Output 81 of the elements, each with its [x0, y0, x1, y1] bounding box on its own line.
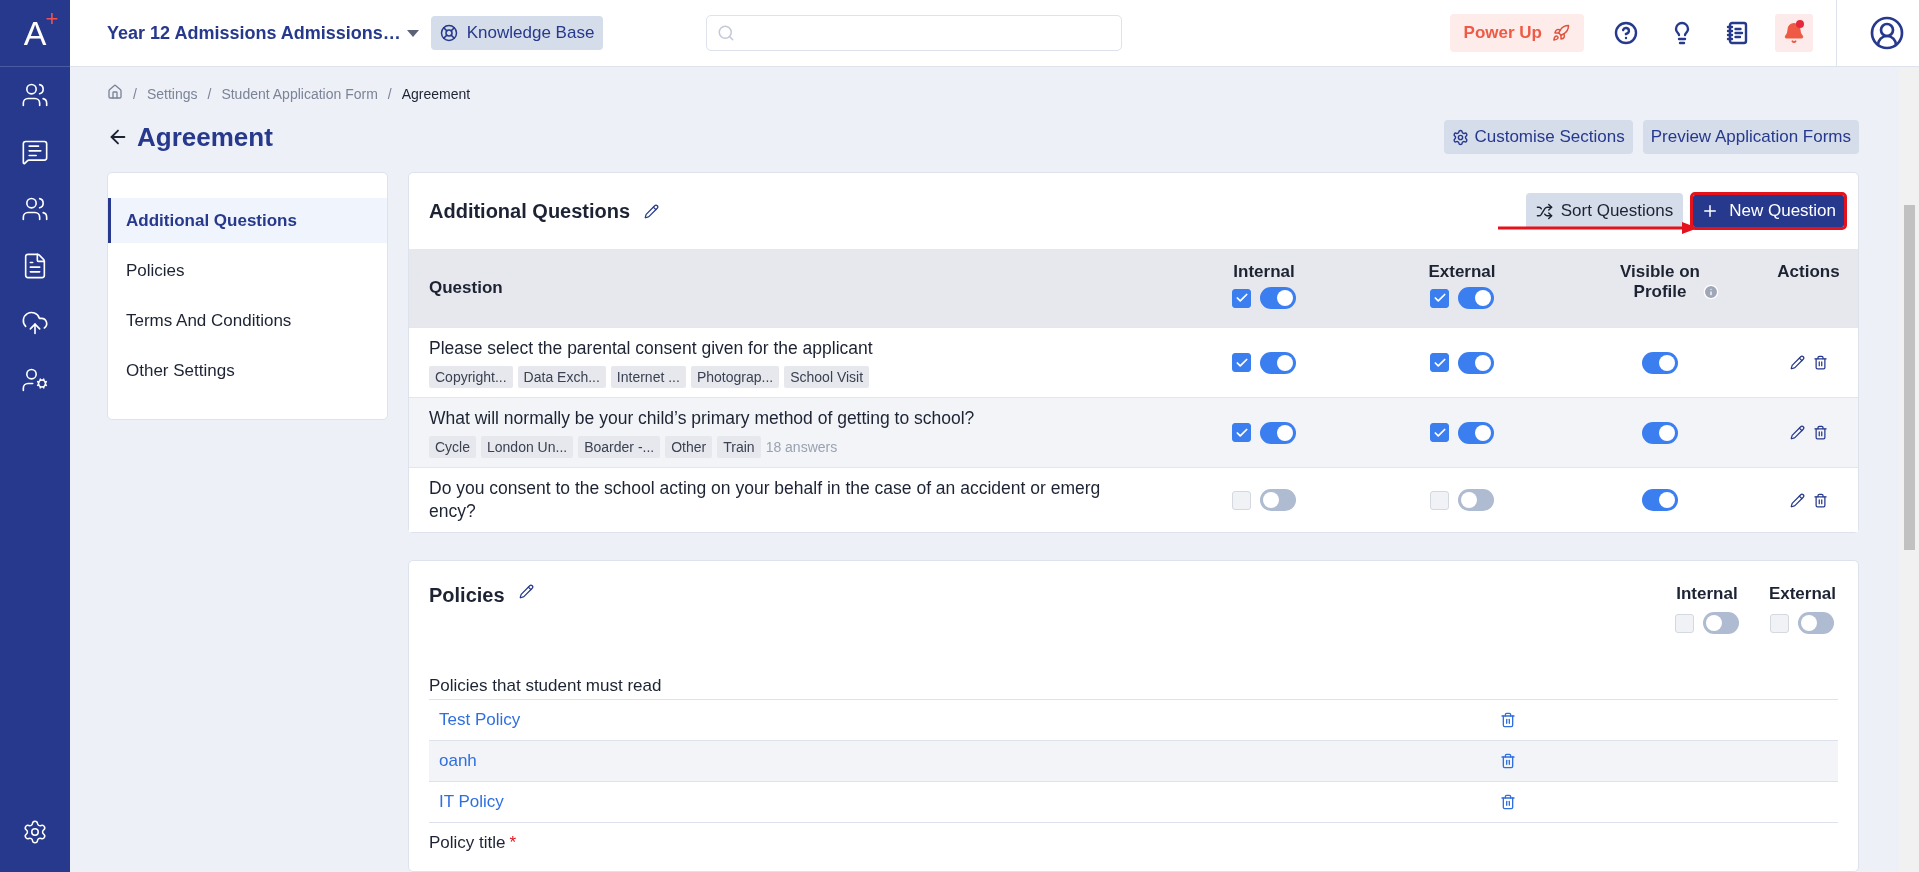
toggle-switch[interactable] — [1642, 489, 1678, 511]
answer-tag: Data Exch... — [517, 366, 606, 388]
lifebuoy-icon — [439, 24, 458, 42]
answer-count: 18 answers — [765, 439, 838, 455]
column-header: Visible on Profile — [1619, 262, 1701, 302]
field-label: Policy title * — [429, 833, 518, 853]
checkbox[interactable] — [1232, 423, 1251, 442]
policy-link[interactable]: IT Policy — [439, 792, 1500, 812]
shuffle-icon — [1535, 202, 1553, 220]
customise-sections-button[interactable]: Customise Sections — [1444, 120, 1633, 154]
page-title: Agreement — [137, 121, 273, 153]
section-title: Additional Questions — [429, 199, 631, 223]
delete-icon[interactable] — [1500, 712, 1516, 728]
project-selector[interactable]: Year 12 Admissions Admissions… — [107, 22, 419, 44]
preview-forms-button[interactable]: Preview Application Forms — [1642, 120, 1859, 154]
column-header: Internal — [1233, 262, 1295, 282]
answer-tag: Boarder -... — [578, 436, 661, 458]
toggle-switch[interactable] — [1260, 489, 1296, 511]
toggle-switch[interactable] — [1260, 421, 1296, 444]
question-text: Do you consent to the school acting on your behalf in the case of an accident or emergency? — [429, 477, 1102, 523]
check-icon — [1432, 291, 1447, 305]
delete-icon[interactable] — [1500, 753, 1516, 769]
rocket-icon — [1552, 24, 1570, 42]
scrollbar[interactable] — [1899, 67, 1919, 872]
answer-tag: Copyright... — [429, 366, 513, 388]
column-header: Actions — [1777, 262, 1840, 282]
delete-icon[interactable] — [1812, 492, 1828, 508]
answer-tag: Internet ... — [610, 366, 686, 388]
toggle-switch[interactable] — [1260, 351, 1296, 374]
checkbox[interactable] — [1232, 353, 1251, 372]
breadcrumb-link[interactable]: Agreement — [401, 85, 471, 102]
column-header: External — [1428, 262, 1496, 282]
toggle-switch[interactable] — [1458, 489, 1494, 511]
toggle-switch[interactable] — [1702, 612, 1739, 634]
answer-tag: School Visit — [784, 366, 870, 388]
section-nav-item[interactable]: Additional Questions — [108, 198, 387, 243]
sort-questions-button[interactable]: Sort Questions — [1525, 193, 1684, 229]
column-header: External — [1768, 584, 1836, 604]
check-icon — [1234, 291, 1249, 305]
new-question-button[interactable]: New Question — [1693, 195, 1844, 227]
edit-icon[interactable] — [1789, 492, 1805, 508]
policy-link[interactable]: Test Policy — [439, 710, 1500, 730]
answer-tag: Train — [717, 436, 761, 458]
toggle-switch[interactable] — [1642, 351, 1678, 374]
knowledge-base-button[interactable]: Knowledge Base — [430, 16, 604, 50]
checkbox[interactable] — [1430, 288, 1449, 308]
delete-icon[interactable] — [1812, 425, 1828, 440]
breadcrumb-separator: / — [207, 85, 212, 102]
edit-icon[interactable] — [518, 584, 534, 599]
edit-icon[interactable] — [644, 203, 660, 219]
search-field[interactable] — [706, 15, 1123, 51]
search-icon — [717, 24, 736, 42]
gear-icon — [1452, 128, 1470, 146]
question-text: What will normally be your child’s primary method of getting to school? — [429, 407, 976, 430]
required-mark: * — [509, 833, 517, 852]
toggle-switch[interactable] — [1798, 612, 1835, 634]
delete-icon[interactable] — [1812, 355, 1828, 370]
notification-bell-icon[interactable] — [1775, 14, 1813, 52]
column-header: Internal — [1676, 584, 1738, 604]
checkbox[interactable] — [1430, 353, 1449, 372]
checkbox[interactable] — [1430, 423, 1449, 442]
toggle-switch[interactable] — [1260, 287, 1296, 309]
breadcrumb-separator: / — [387, 85, 392, 102]
answer-tag: London Un... — [481, 436, 574, 458]
toggle-switch[interactable] — [1642, 421, 1678, 444]
answer-tag: Cycle — [429, 436, 476, 458]
toggle-switch[interactable] — [1458, 351, 1494, 374]
avatar-icon[interactable] — [1869, 15, 1905, 51]
edit-icon[interactable] — [1789, 425, 1805, 440]
column-header: Question — [428, 278, 504, 298]
toggle-switch[interactable] — [1458, 287, 1494, 309]
checkbox[interactable] — [1232, 288, 1251, 308]
answer-tag: Other — [665, 436, 713, 458]
toggle-switch[interactable] — [1458, 421, 1494, 444]
edit-icon[interactable] — [1789, 355, 1805, 370]
info-icon[interactable] — [1703, 284, 1719, 300]
question-text: Please select the parental consent given for the applicant — [429, 337, 874, 360]
section-title: Policies — [429, 584, 505, 607]
delete-icon[interactable] — [1500, 794, 1516, 810]
breadcrumb-separator: / — [133, 85, 137, 102]
answer-tag: Photograp... — [690, 366, 780, 388]
